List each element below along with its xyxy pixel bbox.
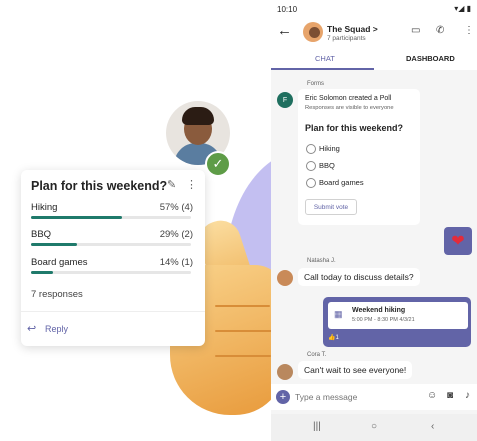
more-options-icon[interactable]: ⋮ <box>186 178 197 191</box>
forms-avatar: F <box>277 92 293 108</box>
camera-icon[interactable]: ◙ <box>447 390 453 401</box>
reply-button[interactable]: Reply <box>45 324 68 334</box>
message-input[interactable] <box>295 388 413 406</box>
event-message: ▦ Weekend hiking 5:00 PM - 8:30 PM 4/3/2… <box>323 297 471 347</box>
poll-question: Plan for this weekend? <box>305 123 404 133</box>
group-avatar-overlay <box>309 27 320 38</box>
thumbs-up-finger-line <box>215 330 273 332</box>
poll-radio-option[interactable] <box>306 178 316 188</box>
chat-bubble: Can't wait to see everyone! <box>298 361 413 379</box>
poll-radio-label[interactable]: BBQ <box>319 161 335 170</box>
microphone-icon[interactable]: ♪ <box>465 390 470 401</box>
poll-option-bar <box>31 271 191 274</box>
message-sender: Cora T. <box>307 352 327 358</box>
participant-count: 7 participants <box>327 35 366 42</box>
status-time: 10:10 <box>277 5 298 14</box>
poll-option-label: Hiking <box>31 202 58 213</box>
thumbs-up-finger-line <box>215 355 271 357</box>
poll-option-bar <box>31 216 191 219</box>
more-options-icon[interactable]: ⋮ <box>464 25 474 36</box>
response-count: 7 responses <box>31 289 83 300</box>
submit-vote-button[interactable]: Submit vote <box>305 199 357 215</box>
poll-radio-option[interactable] <box>306 144 316 154</box>
thumbs-up-finger-line <box>215 305 270 307</box>
poll-option-bar <box>31 243 191 246</box>
event-time: 5:00 PM - 8:30 PM 4/3/21 <box>352 317 415 323</box>
tab-chat[interactable]: CHAT <box>315 54 335 63</box>
emoji-icon[interactable]: ☺ <box>427 390 437 401</box>
poll-radio-label[interactable]: Board games <box>319 178 364 187</box>
active-tab-indicator <box>271 68 374 70</box>
poll-message-card: Eric Solomon created a Poll Responses ar… <box>298 89 420 225</box>
tab-bar: CHAT DASHBOARD <box>271 48 477 70</box>
tab-dashboard[interactable]: DASHBOARD <box>406 54 455 63</box>
poll-option-bar-fill <box>31 271 54 274</box>
poll-option-value: 14% (1) <box>159 257 193 268</box>
recent-apps-icon[interactable]: ||| <box>313 421 321 432</box>
message-composer: + ☺ ◙ ♪ <box>271 384 477 410</box>
poll-option-value: 57% (4) <box>159 202 193 213</box>
reaction-badge[interactable]: 👍1 <box>328 334 339 341</box>
poll-option-bar-fill <box>31 216 123 219</box>
group-name[interactable]: The Squad > <box>327 24 378 34</box>
signal-battery-icon: ▾◢ ▮ <box>454 4 471 13</box>
chat-bubble: Call today to discuss details? <box>298 268 420 286</box>
system-nav-bar: ||| ○ ‹ <box>271 414 477 441</box>
edit-icon[interactable]: ✎ <box>167 178 176 191</box>
video-call-icon[interactable]: ▭ <box>411 25 420 36</box>
phone-call-icon[interactable]: ✆ <box>436 25 444 36</box>
poll-option-bar-fill <box>31 243 78 246</box>
poll-option-label: BBQ <box>31 229 52 240</box>
poll-title: Plan for this weekend? <box>31 179 168 193</box>
poll-message-title: Eric Solomon created a Poll <box>305 95 392 102</box>
card-divider <box>21 311 205 312</box>
poll-radio-label[interactable]: Hiking <box>319 144 340 153</box>
back-nav-icon[interactable]: ‹ <box>431 421 434 432</box>
back-arrow-icon[interactable]: ← <box>277 22 292 39</box>
home-icon[interactable]: ○ <box>371 421 377 432</box>
poll-option-label: Board games <box>31 257 88 268</box>
reply-icon[interactable]: ↩ <box>27 322 36 335</box>
chat-header: ← The Squad > 7 participants ▭ ✆ ⋮ <box>271 18 477 48</box>
poll-option-value: 29% (2) <box>159 229 193 240</box>
calendar-icon: ▦ <box>334 309 343 319</box>
phone-screen: 10:10 ▾◢ ▮ ← The Squad > 7 participants … <box>271 0 477 441</box>
avatar <box>277 270 293 286</box>
message-sender: Natasha J. <box>307 258 336 264</box>
poll-radio-option[interactable] <box>306 161 316 171</box>
check-badge-icon: ✓ <box>205 151 231 177</box>
avatar-hair <box>182 107 214 125</box>
heart-icon[interactable]: ❤ <box>444 227 472 255</box>
poll-results-card: Plan for this weekend? ✎ ⋮ Hiking 57% (4… <box>21 170 205 346</box>
message-sender: Forms <box>307 81 324 87</box>
add-button[interactable]: + <box>276 390 290 404</box>
poll-message-subtitle: Responses are visible to everyone <box>305 105 394 111</box>
event-title: Weekend hiking <box>352 307 406 314</box>
avatar <box>277 364 293 380</box>
status-bar: 10:10 ▾◢ ▮ <box>271 0 477 18</box>
event-card[interactable]: ▦ Weekend hiking 5:00 PM - 8:30 PM 4/3/2… <box>328 302 468 329</box>
